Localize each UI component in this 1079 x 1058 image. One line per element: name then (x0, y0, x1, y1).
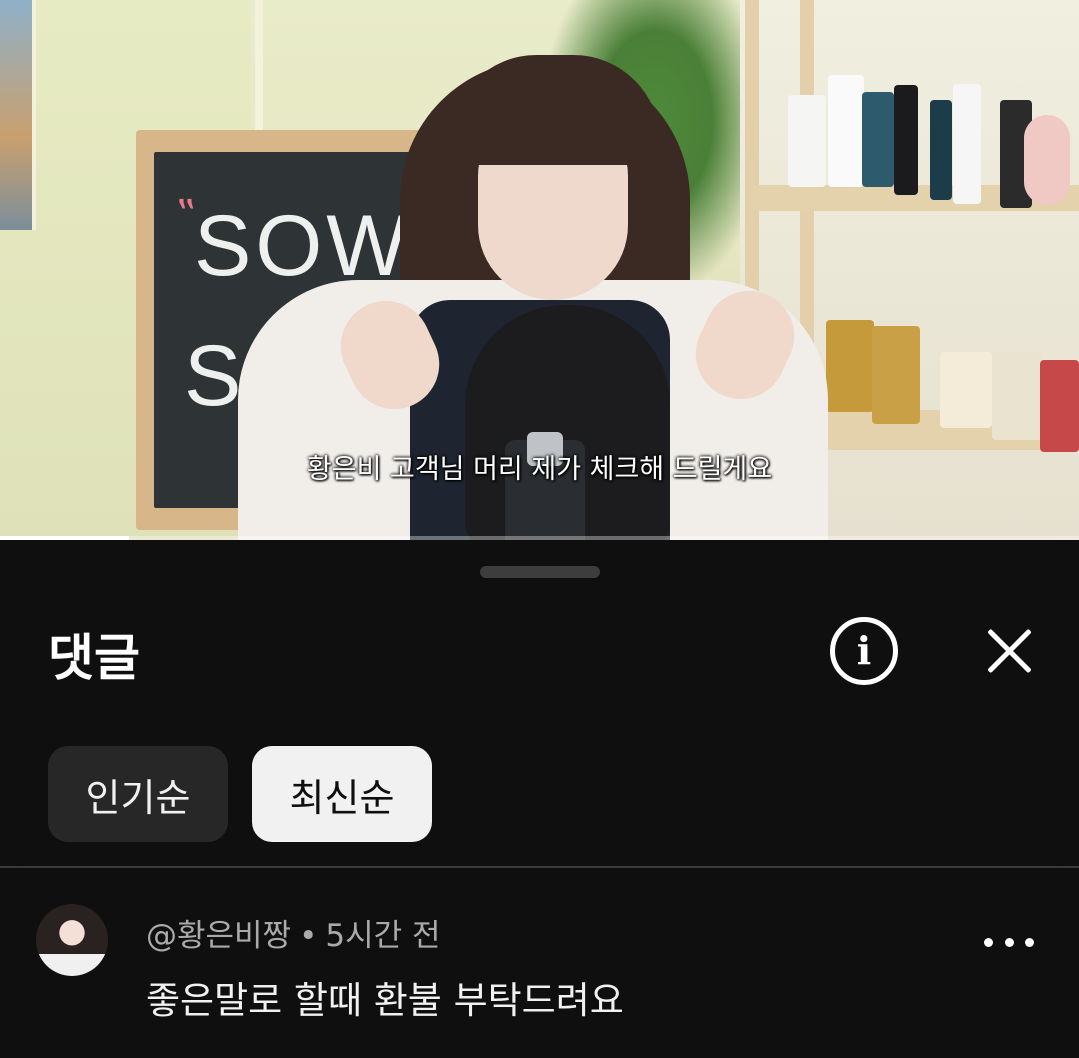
sort-chip-newest[interactable]: 최신순 (252, 746, 432, 842)
close-icon[interactable] (978, 620, 1040, 682)
comment-meta: @황은비짱 • 5시간 전 (146, 910, 441, 955)
more-vertical-icon[interactable] (984, 932, 1034, 952)
info-icon[interactable]: i (830, 617, 898, 685)
background-pillar (255, 0, 263, 150)
video-subtitle: 황은비 고객님 머리 제가 체크해 드릴게요 (306, 454, 773, 485)
sheet-drag-handle[interactable] (480, 566, 600, 578)
sheet-title: 댓글 (48, 629, 140, 687)
product-bottle (894, 85, 918, 195)
info-glyph: i (856, 628, 872, 673)
meta-separator: • (299, 918, 318, 954)
book (1040, 360, 1079, 452)
product-bottle (828, 75, 864, 187)
product-bottle (930, 100, 952, 200)
comment-author[interactable]: @황은비짱 (146, 918, 291, 954)
product-bottle (788, 95, 826, 187)
book (992, 352, 1042, 440)
book (940, 352, 992, 428)
product-bottle (953, 84, 981, 204)
comment-text: 좋은말로 할때 환불 부탁드려요 (146, 979, 624, 1022)
background-window (0, 0, 36, 230)
comment-time: 5시간 전 (325, 918, 441, 954)
comment-item: @황은비짱 • 5시간 전 좋은말로 할때 환불 부탁드려요 (0, 870, 1079, 1058)
hair-brush (1024, 115, 1070, 205)
sort-chip-popular[interactable]: 인기순 (48, 746, 228, 842)
comments-sheet: 댓글 i 인기순 최신순 @황은비짱 • 5시간 전 좋은말로 할때 환불 부탁드려… (0, 540, 1079, 1058)
avatar[interactable] (36, 904, 108, 976)
divider (0, 866, 1079, 868)
video-player[interactable]: ‟ SOWON SAL 황은비 고객님 머리 제가 체크해 드릴게요 (0, 0, 1079, 540)
product-bottle (862, 92, 894, 187)
gold-cup (826, 320, 874, 412)
gold-cup (872, 326, 920, 424)
